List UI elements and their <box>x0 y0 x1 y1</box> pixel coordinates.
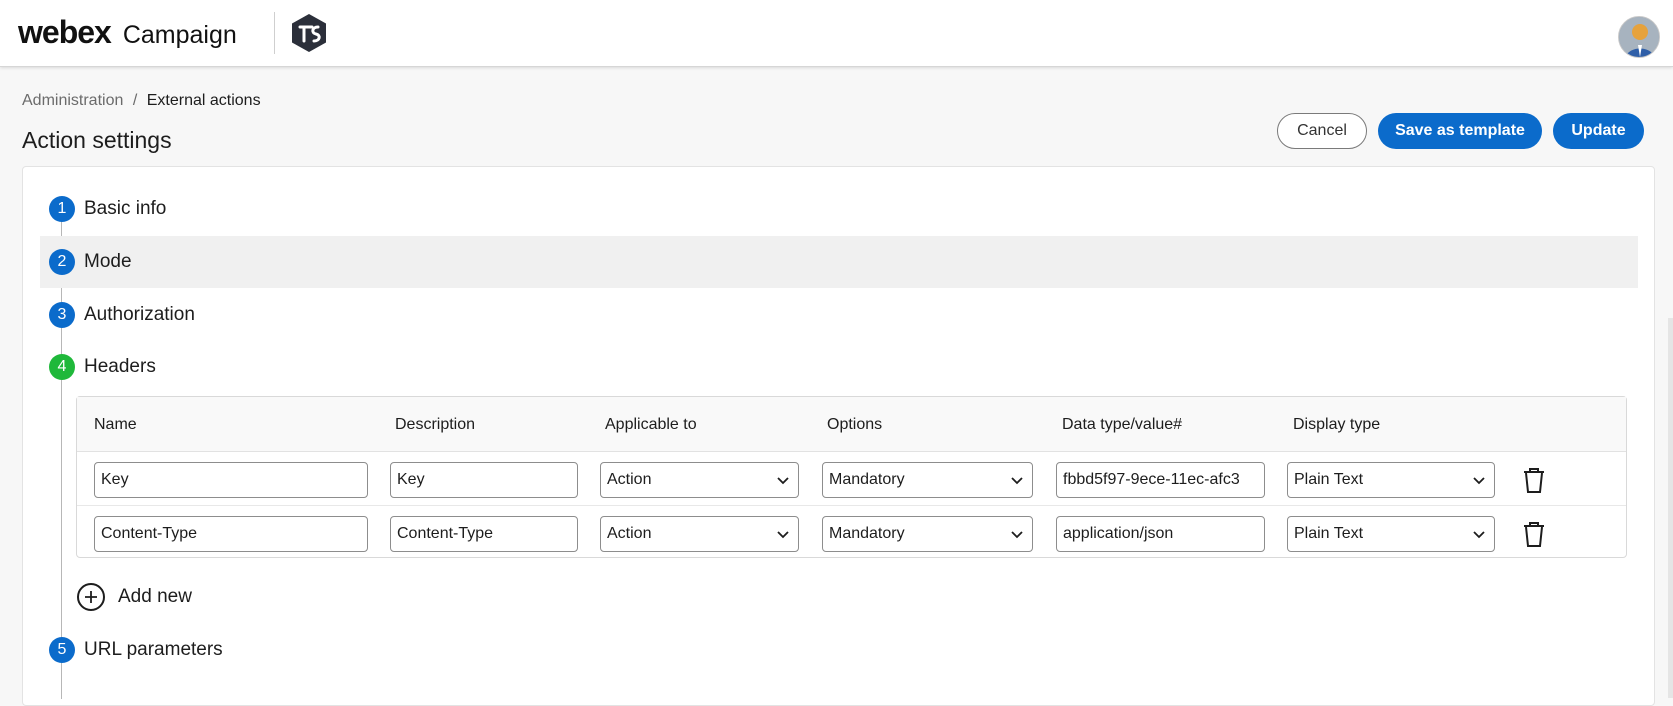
display-type-select[interactable]: Plain Text <box>1287 516 1495 552</box>
chevron-down-icon <box>1011 477 1023 485</box>
top-bar: webex Campaign <box>0 0 1673 67</box>
user-avatar-icon[interactable] <box>1618 16 1660 58</box>
column-header-applicable-to: Applicable to <box>605 416 697 433</box>
chevron-down-icon <box>1011 531 1023 539</box>
brand[interactable]: webex Campaign <box>18 14 237 51</box>
options-value: Mandatory <box>829 525 905 542</box>
description-input[interactable]: Content-Type <box>390 516 578 552</box>
applicable-to-select[interactable]: Action <box>600 516 799 552</box>
display-type-value: Plain Text <box>1294 471 1364 488</box>
company-logo-icon <box>292 14 326 52</box>
options-value: Mandatory <box>829 471 905 488</box>
display-type-select[interactable]: Plain Text <box>1287 462 1495 498</box>
applicable-to-select[interactable]: Action <box>600 462 799 498</box>
product-name: Campaign <box>122 21 237 49</box>
step-number: 5 <box>49 637 75 663</box>
brand-name: webex <box>18 14 112 50</box>
add-new-button[interactable]: Add new <box>77 583 192 611</box>
table-header: Name Description Applicable to Options D… <box>77 397 1626 452</box>
brand-divider <box>274 12 275 54</box>
column-header-display-type: Display type <box>1293 416 1381 433</box>
add-new-label: Add new <box>118 586 192 607</box>
page-title: Action settings <box>22 127 172 153</box>
plus-circle-icon <box>77 583 105 611</box>
headers-table: Name Description Applicable to Options D… <box>76 396 1627 558</box>
breadcrumb-administration-link[interactable]: Administration <box>22 92 123 109</box>
name-input[interactable]: Key <box>94 462 368 498</box>
step-label: Basic info <box>84 198 167 219</box>
step-authorization[interactable]: 3 Authorization <box>40 289 1638 341</box>
step-number: 4 <box>49 354 75 380</box>
step-number: 2 <box>49 249 75 275</box>
description-input[interactable]: Key <box>390 462 578 498</box>
column-header-data-value: Data type/value# <box>1062 416 1183 433</box>
step-basic-info[interactable]: 1 Basic info <box>40 183 1638 235</box>
options-select[interactable]: Mandatory <box>822 516 1033 552</box>
step-label: Authorization <box>84 304 195 325</box>
update-button[interactable]: Update <box>1553 113 1644 149</box>
step-label: URL parameters <box>84 639 223 660</box>
table-row: Key Key Action Mandatory fbbd5f97-9ece-1… <box>77 452 1626 505</box>
applicable-to-value: Action <box>607 471 652 488</box>
chevron-down-icon <box>777 477 789 485</box>
column-header-options: Options <box>827 416 883 433</box>
trash-icon[interactable] <box>1521 519 1547 549</box>
column-header-name: Name <box>94 416 137 433</box>
table-row: Content-Type Content-Type Action Mandato… <box>77 505 1626 558</box>
trash-icon[interactable] <box>1521 465 1547 495</box>
step-headers[interactable]: 4 Headers <box>40 341 1638 393</box>
data-value-input[interactable]: fbbd5f97-9ece-11ec-afc3 <box>1056 462 1265 498</box>
data-value-input[interactable]: application/json <box>1056 516 1265 552</box>
step-mode[interactable]: 2 Mode <box>40 236 1638 288</box>
cancel-button[interactable]: Cancel <box>1277 113 1367 149</box>
step-label: Headers <box>84 356 156 377</box>
step-number: 1 <box>49 196 75 222</box>
name-input[interactable]: Content-Type <box>94 516 368 552</box>
options-select[interactable]: Mandatory <box>822 462 1033 498</box>
step-number: 3 <box>49 302 75 328</box>
column-header-description: Description <box>395 416 476 433</box>
step-label: Mode <box>84 251 132 272</box>
chevron-down-icon <box>777 531 789 539</box>
page-scrollbar[interactable] <box>1668 318 1673 698</box>
applicable-to-value: Action <box>607 525 652 542</box>
breadcrumb-current: External actions <box>146 92 261 109</box>
breadcrumb: Administration / External actions <box>22 92 261 110</box>
display-type-value: Plain Text <box>1294 525 1364 542</box>
breadcrumb-separator: / <box>132 92 138 109</box>
save-as-template-button[interactable]: Save as template <box>1378 113 1542 149</box>
chevron-down-icon <box>1473 477 1485 485</box>
chevron-down-icon <box>1473 531 1485 539</box>
step-url-parameters[interactable]: 5 URL parameters <box>40 624 1638 676</box>
